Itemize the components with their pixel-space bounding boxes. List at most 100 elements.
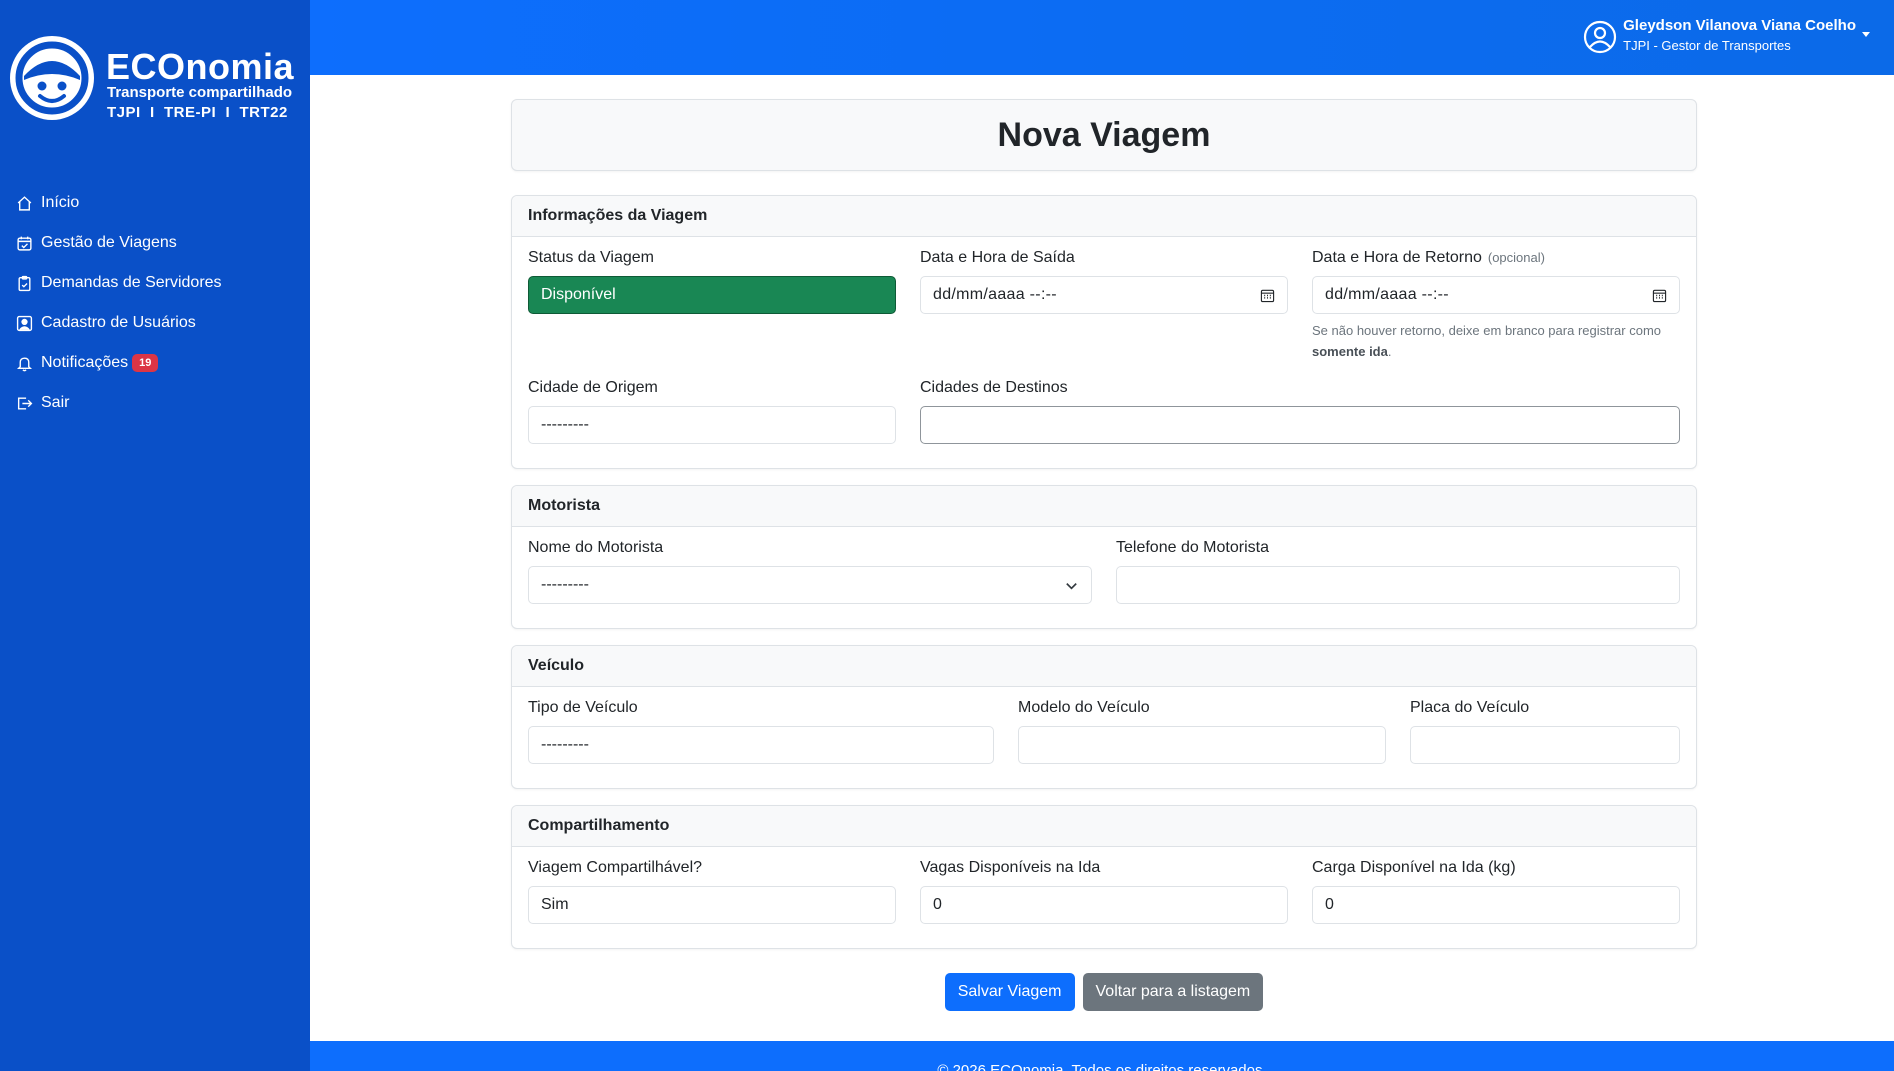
sidebar-item-notificacoes[interactable]: Notificações 19 [0, 343, 310, 383]
sidebar-nav: Início Gestão de Viagens Demandas de Ser… [0, 183, 310, 423]
calendar-icon[interactable] [1652, 288, 1667, 303]
retorno-label-text: Data e Hora de Retorno [1312, 249, 1482, 266]
chevron-down-icon [1066, 583, 1077, 590]
sidebar-item-sair[interactable]: Sair [0, 383, 310, 423]
card-body: Nome do Motorista --------- Telefone do … [512, 527, 1696, 628]
sidebar-item-cadastro-usuarios[interactable]: Cadastro de Usuários [0, 303, 310, 343]
field-placa-veiculo: Placa do Veículo [1410, 699, 1680, 764]
card-header: Motorista [512, 486, 1696, 527]
field-vagas-ida: Vagas Disponíveis na Ida 0 [920, 859, 1288, 924]
telefone-motorista-label: Telefone do Motorista [1116, 539, 1269, 556]
retorno-help-text: Se não houver retorno, deixe em branco p… [1312, 320, 1680, 362]
status-select[interactable]: Disponível [528, 276, 896, 314]
nome-motorista-select[interactable]: --------- [528, 566, 1092, 604]
field-origem: Cidade de Origem --------- [528, 379, 896, 444]
vagas-ida-input[interactable]: 0 [920, 886, 1288, 924]
destinos-multiselect[interactable] [920, 406, 1680, 444]
saida-placeholder: dd/mm/aaaa --:-- [933, 286, 1057, 303]
field-telefone-motorista: Telefone do Motorista [1116, 539, 1680, 604]
origem-select[interactable]: --------- [528, 406, 896, 444]
card-header: Informações da Viagem [512, 196, 1696, 237]
carga-ida-label: Carga Disponível na Ida (kg) [1312, 859, 1516, 876]
clipboard-check-icon [18, 275, 31, 291]
page-footer: © 2026 ECOnomia. Todos os direitos reser… [310, 1041, 1894, 1071]
field-saida: Data e Hora de Saída dd/mm/aaaa --:-- [920, 249, 1288, 362]
card-body: Viagem Compartilhável? Sim Vagas Disponí… [512, 847, 1696, 948]
brand-logo[interactable]: ECOnomia Transporte compartilhado TJPI I… [10, 36, 300, 126]
saida-label: Data e Hora de Saída [920, 249, 1075, 266]
saida-datetime-input[interactable]: dd/mm/aaaa --:-- [920, 276, 1288, 314]
card-header: Veículo [512, 646, 1696, 687]
nome-motorista-value: --------- [541, 576, 589, 593]
retorno-help-main: Se não houver retorno, deixe em branco p… [1312, 323, 1662, 338]
card-compartilhamento: Compartilhamento Viagem Compartilhável? … [511, 805, 1697, 949]
sidebar-item-gestao-viagens[interactable]: Gestão de Viagens [0, 223, 310, 263]
origem-label: Cidade de Origem [528, 379, 658, 396]
user-role: TJPI - Gestor de Transportes [1623, 38, 1791, 53]
placa-veiculo-input[interactable] [1410, 726, 1680, 764]
field-compartilhavel: Viagem Compartilhável? Sim [528, 859, 896, 924]
field-status: Status da Viagem Disponível [528, 249, 896, 362]
notification-count-badge: 19 [132, 354, 159, 372]
sidebar-item-label: Início [41, 194, 80, 211]
sidebar-item-label: Gestão de Viagens [41, 234, 177, 251]
card-motorista: Motorista Nome do Motorista --------- Te… [511, 485, 1697, 629]
sidebar-item-label: Notificações [41, 354, 129, 371]
field-nome-motorista: Nome do Motorista --------- [528, 539, 1092, 604]
footer-copyright: © 2026 ECOnomia. Todos os direitos reser… [937, 1062, 1267, 1071]
user-name: Gleydson Vilanova Viana Coelho [1623, 17, 1856, 34]
user-avatar-icon [1584, 20, 1617, 54]
logout-icon [17, 396, 33, 410]
sidebar-item-inicio[interactable]: Início [0, 183, 310, 223]
status-label: Status da Viagem [528, 249, 655, 266]
retorno-placeholder: dd/mm/aaaa --:-- [1325, 286, 1449, 303]
sidebar-item-demandas[interactable]: Demandas de Servidores [0, 263, 310, 303]
bell-icon [16, 356, 33, 371]
user-menu[interactable]: Gleydson Vilanova Viana Coelho TJPI - Ge… [1583, 16, 1870, 56]
home-icon [17, 195, 32, 211]
nome-motorista-label: Nome do Motorista [528, 539, 664, 556]
field-destinos: Cidades de Destinos [920, 379, 1680, 444]
retorno-label: Data e Hora de Retorno (opcional) [1312, 249, 1680, 267]
tipo-veiculo-label: Tipo de Veículo [528, 699, 638, 716]
field-tipo-veiculo: Tipo de Veículo --------- [528, 699, 994, 764]
field-carga-ida: Carga Disponível na Ida (kg) 0 [1312, 859, 1680, 924]
brand-orgs: TJPI I TRE-PI I TRT22 [107, 104, 288, 121]
field-retorno: Data e Hora de Retorno (opcional) dd/mm/a… [1312, 249, 1680, 362]
brand-title: ECOnomia [106, 46, 295, 87]
carga-ida-input[interactable]: 0 [1312, 886, 1680, 924]
retorno-help-end: . [1387, 344, 1392, 359]
sidebar-item-label: Sair [41, 394, 70, 411]
compartilhavel-label: Viagem Compartilhável? [528, 859, 703, 876]
form-actions: Salvar Viagem Voltar para a listagem [511, 973, 1697, 1011]
chevron-down-icon [1862, 32, 1870, 37]
retorno-help-bold: somente ida [1312, 344, 1388, 359]
card-body: Status da Viagem Disponível Data e Hora … [512, 237, 1696, 468]
telefone-motorista-input[interactable] [1116, 566, 1680, 604]
back-to-list-button[interactable]: Voltar para a listagem [1082, 973, 1264, 1011]
brand-subtitle: Transporte compartilhado [107, 84, 293, 101]
form-container: Nova Viagem Informações da Viagem Status… [511, 99, 1697, 1011]
tipo-veiculo-select[interactable]: --------- [528, 726, 994, 764]
field-modelo-veiculo: Modelo do Veículo [1018, 699, 1386, 764]
card-header: Compartilhamento [512, 806, 1696, 847]
card-body: Tipo de Veículo --------- Modelo do Veíc… [512, 687, 1696, 788]
sidebar-item-label: Cadastro de Usuários [41, 314, 196, 331]
logo-mascot-icon [10, 36, 94, 120]
main-content: Nova Viagem Informações da Viagem Status… [310, 75, 1894, 1041]
topbar: Gleydson Vilanova Viana Coelho TJPI - Ge… [310, 0, 1894, 75]
calendar-icon[interactable] [1260, 288, 1275, 303]
save-trip-button[interactable]: Salvar Viagem [944, 973, 1075, 1011]
placa-veiculo-label: Placa do Veículo [1410, 699, 1530, 716]
vagas-ida-label: Vagas Disponíveis na Ida [920, 859, 1101, 876]
compartilhavel-select[interactable]: Sim [528, 886, 896, 924]
card-informacoes-viagem: Informações da Viagem Status da Viagem D… [511, 195, 1697, 469]
page-title-card: Nova Viagem [511, 99, 1697, 171]
card-veiculo: Veículo Tipo de Veículo --------- Modelo… [511, 645, 1697, 789]
sidebar-item-label: Demandas de Servidores [41, 274, 222, 291]
sidebar: ECOnomia Transporte compartilhado TJPI I… [0, 0, 310, 1071]
modelo-veiculo-label: Modelo do Veículo [1018, 699, 1150, 716]
retorno-datetime-input[interactable]: dd/mm/aaaa --:-- [1312, 276, 1680, 314]
modelo-veiculo-input[interactable] [1018, 726, 1386, 764]
person-square-icon [16, 315, 33, 331]
